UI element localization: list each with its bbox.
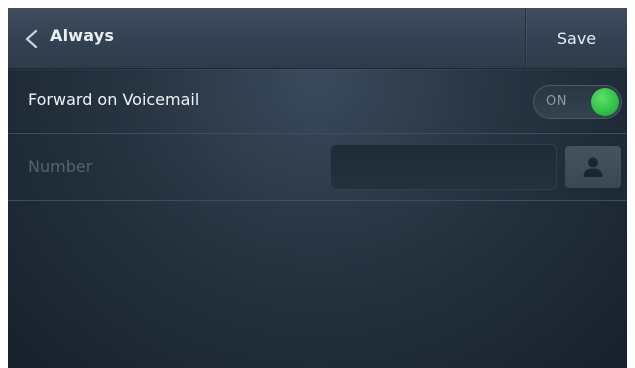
toggle-knob bbox=[591, 88, 619, 116]
number-row: Number bbox=[8, 134, 627, 201]
forward-on-voicemail-toggle[interactable]: ON bbox=[533, 85, 622, 119]
back-button[interactable]: Always bbox=[8, 8, 208, 68]
forward-always-screen: Always Save Forward on Voicemail ON Numb… bbox=[8, 8, 627, 368]
toggle-state-label: ON bbox=[546, 94, 567, 109]
number-input[interactable] bbox=[330, 144, 557, 190]
contact-picker-button[interactable] bbox=[565, 146, 621, 188]
contact-person-icon bbox=[583, 157, 603, 177]
forward-on-voicemail-row: Forward on Voicemail ON bbox=[8, 68, 627, 134]
save-button[interactable]: Save bbox=[526, 8, 627, 68]
number-label: Number bbox=[28, 157, 93, 176]
top-bar: Always Save bbox=[8, 8, 627, 69]
chevron-left-icon bbox=[25, 30, 38, 48]
page-title: Always bbox=[50, 26, 115, 45]
forward-on-voicemail-label: Forward on Voicemail bbox=[28, 90, 200, 109]
